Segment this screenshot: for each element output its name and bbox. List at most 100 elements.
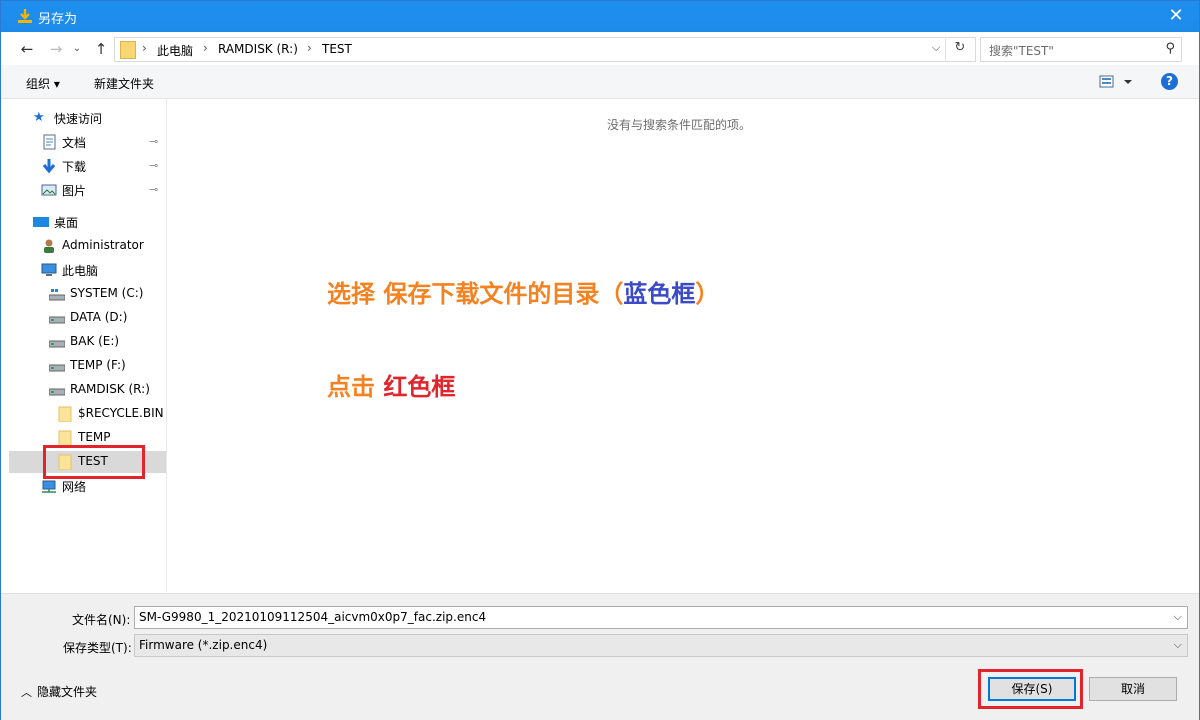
up-button[interactable]: ↑ — [92, 40, 110, 58]
divider — [945, 38, 946, 61]
breadcrumb-test[interactable]: TEST — [322, 42, 352, 56]
filename-value: SM-G9980_1_20210109112504_aicvm0x0p7_fac… — [139, 610, 487, 624]
sidebar-item-data-d[interactable]: DATA (D:) — [9, 307, 166, 329]
pin-icon: ⊸ — [149, 183, 159, 196]
navigation-bar: ← → ⌄ ↑ › 此电脑 › RAMDISK (R:) › TEST ⌵ ↻ … — [1, 32, 1199, 65]
folder-icon — [120, 41, 136, 59]
drive-icon — [49, 316, 65, 324]
search-placeholder: 搜索"TEST" — [989, 44, 1054, 58]
annotation-text: 点击 — [327, 373, 384, 401]
search-icon: ⚲ — [1165, 41, 1175, 56]
sidebar-item-documents[interactable]: 文档 ⊸ — [9, 131, 166, 153]
annotation-text: ） — [695, 280, 720, 308]
save-form: 文件名(N): SM-G9980_1_20210109112504_aicvm0… — [1, 593, 1199, 720]
sidebar-item-desktop[interactable]: 桌面 — [9, 211, 166, 233]
folder-icon — [58, 406, 72, 422]
view-options-icon[interactable] — [1099, 74, 1135, 90]
drive-icon — [49, 340, 65, 348]
sidebar-item-downloads[interactable]: 下载 ⊸ — [9, 155, 166, 177]
filetype-select[interactable]: Firmware (*.zip.enc4) ⌵ — [134, 634, 1188, 657]
sidebar-item-ramdisk-r[interactable]: RAMDISK (R:) — [9, 379, 166, 401]
empty-message: 没有与搜索条件匹配的项。 — [606, 118, 751, 132]
breadcrumb-separator: › — [203, 41, 208, 55]
annotation-select-directory: 选择 保存下载文件的目录（蓝色框） — [327, 274, 719, 309]
sidebar-item-label: 此电脑 — [62, 264, 99, 278]
annotation-text: 选择 保存下载文件的目录（ — [327, 280, 624, 308]
annotation-blue-text: 蓝色框 — [623, 280, 696, 308]
annotation-click-red: 点击 红色框 — [327, 367, 455, 402]
cancel-button[interactable]: 取消 — [1089, 677, 1177, 701]
sidebar-item-this-pc[interactable]: 此电脑 — [9, 259, 166, 281]
sidebar-item-administrator[interactable]: Administrator — [9, 235, 166, 257]
filename-label: 文件名(N): — [72, 613, 131, 627]
user-icon — [44, 239, 54, 253]
back-button[interactable]: ← — [18, 40, 36, 58]
sidebar-item-label: DATA (D:) — [70, 310, 128, 324]
file-list-area[interactable]: 没有与搜索条件匹配的项。 选择 保存下载文件的目录（蓝色框） 点击 红色框 — [167, 99, 1191, 592]
sidebar-item-system-c[interactable]: SYSTEM (C:) — [9, 283, 166, 305]
sidebar-item-label: 快速访问 — [54, 112, 103, 126]
search-input[interactable]: 搜索"TEST" ⚲ — [980, 37, 1182, 62]
close-button[interactable]: ✕ — [1153, 1, 1199, 32]
computer-icon — [41, 263, 57, 276]
breadcrumb-ramdisk[interactable]: RAMDISK (R:) — [218, 42, 298, 56]
annotation-red-text: 红色框 — [383, 373, 456, 401]
sidebar-item-label: 网络 — [62, 480, 87, 494]
chevron-down-icon[interactable]: ⌵ — [1174, 638, 1182, 652]
window-title: 另存为 — [38, 12, 78, 27]
sidebar-item-bak-e[interactable]: BAK (E:) — [9, 331, 166, 353]
sidebar-item-label: 桌面 — [54, 216, 79, 230]
sidebar-item-pictures[interactable]: 图片 ⊸ — [9, 179, 166, 201]
desktop-icon — [33, 217, 49, 227]
new-folder-button[interactable]: 新建文件夹 — [94, 75, 154, 92]
drive-icon — [49, 388, 65, 396]
command-bar: 组织 ▾ 新建文件夹 ? — [1, 65, 1199, 99]
picture-icon — [41, 184, 57, 196]
star-icon: ★ — [33, 110, 45, 125]
sidebar-item-recycle-bin[interactable]: $RECYCLE.BIN — [9, 403, 166, 425]
sidebar-item-quick-access[interactable]: ★ 快速访问 — [9, 107, 166, 129]
save-as-dialog: 另存为 ✕ ← → ⌄ ↑ › 此电脑 › RAMDISK (R:) › TES… — [0, 0, 1200, 720]
filetype-value: Firmware (*.zip.enc4) — [139, 638, 268, 652]
sidebar-item-label: TEMP (F:) — [70, 358, 126, 372]
drive-icon — [49, 364, 65, 372]
address-dropdown-icon[interactable]: ⌵ — [929, 41, 943, 57]
sidebar-item-label: TEMP — [78, 430, 111, 444]
sidebar-item-label: 下载 — [62, 160, 87, 174]
sidebar-item-label: BAK (E:) — [70, 334, 120, 348]
hide-folders-label: 隐藏文件夹 — [37, 685, 98, 699]
filename-input[interactable]: SM-G9980_1_20210109112504_aicvm0x0p7_fac… — [134, 606, 1188, 629]
sidebar-item-temp-f[interactable]: TEMP (F:) — [9, 355, 166, 377]
red-highlight-box — [43, 445, 145, 479]
breadcrumb-separator: › — [307, 41, 312, 55]
system-drive-icon — [49, 289, 65, 301]
sidebar-item-label: RAMDISK (R:) — [70, 382, 150, 396]
organize-menu-button[interactable]: 组织 ▾ — [26, 75, 60, 92]
sidebar-item-label: $RECYCLE.BIN — [78, 406, 164, 420]
breadcrumb-this-pc[interactable]: 此电脑 — [157, 42, 193, 59]
pin-icon: ⊸ — [149, 135, 159, 148]
recent-locations-chevron-icon[interactable]: ⌄ — [68, 40, 86, 58]
chevron-down-icon[interactable]: ⌵ — [1174, 610, 1182, 624]
navigation-pane: ★ 快速访问 文档 ⊸ 下载 ⊸ 图片 ⊸ 桌面 Administrator 此… — [9, 99, 167, 592]
filetype-label: 保存类型(T): — [63, 641, 132, 655]
folder-icon — [58, 430, 72, 446]
address-bar[interactable]: › 此电脑 › RAMDISK (R:) › TEST ⌵ ↻ — [114, 37, 976, 62]
network-icon — [42, 480, 56, 493]
breadcrumb-separator: › — [142, 41, 147, 55]
hide-folders-toggle[interactable]: ︿ 隐藏文件夹 — [21, 683, 97, 700]
download-app-icon — [18, 9, 32, 23]
pin-icon: ⊸ — [149, 159, 159, 172]
forward-button[interactable]: → — [47, 40, 65, 58]
chevron-up-icon: ︿ — [21, 686, 32, 699]
download-icon — [42, 159, 56, 174]
sidebar-item-label: 图片 — [62, 184, 87, 198]
help-icon[interactable]: ? — [1161, 73, 1178, 90]
sidebar-item-label: SYSTEM (C:) — [70, 286, 144, 300]
document-icon — [43, 134, 56, 150]
sidebar-item-label: 文档 — [62, 136, 87, 150]
sidebar-item-label: Administrator — [62, 238, 144, 252]
refresh-button[interactable]: ↻ — [951, 40, 969, 58]
title-bar: 另存为 ✕ — [1, 1, 1199, 32]
red-highlight-box — [978, 669, 1083, 709]
